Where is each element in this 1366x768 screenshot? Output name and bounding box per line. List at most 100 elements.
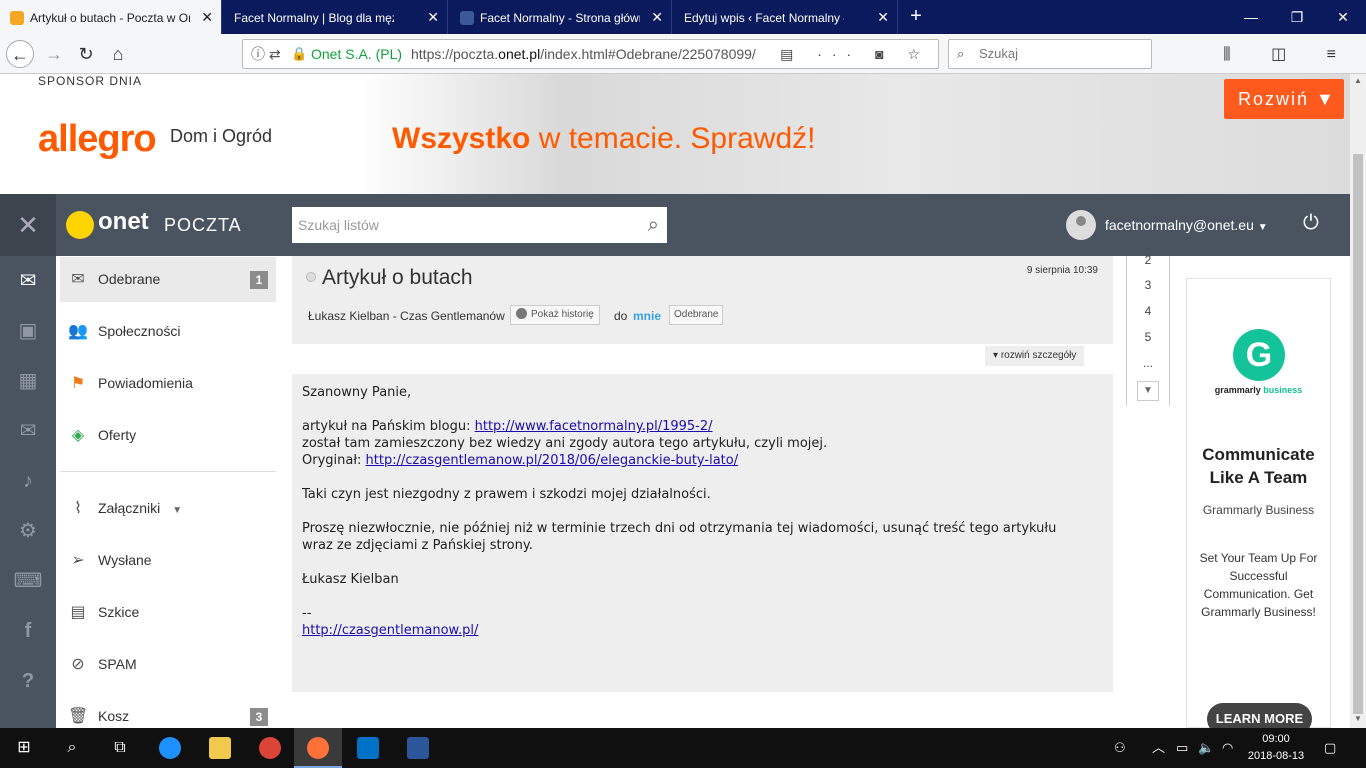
minimize-button[interactable]: — bbox=[1228, 0, 1274, 34]
edge-icon[interactable] bbox=[146, 728, 194, 768]
message-date: 9 sierpnia 10:39 bbox=[1026, 265, 1098, 276]
calendar-icon[interactable]: ▦ bbox=[0, 356, 56, 406]
mail-favicon-icon bbox=[10, 10, 24, 25]
toolbar-icons[interactable]: ⫼ ◫ ≡ bbox=[1223, 44, 1354, 64]
compose-icon[interactable]: ✉ bbox=[0, 406, 56, 456]
close-tab-icon[interactable]: ✕ bbox=[201, 0, 213, 34]
folder-odebrane[interactable]: ✉ Odebrane 1 bbox=[60, 257, 276, 302]
folder-szkice[interactable]: ▤ Szkice bbox=[60, 590, 276, 635]
trash-count-badge: 3 bbox=[250, 708, 268, 726]
blog-link[interactable]: http://www.facetnormalny.pl/1995-2/ bbox=[475, 419, 713, 434]
close-tab-icon[interactable]: ✕ bbox=[427, 0, 439, 34]
scroll-down-icon[interactable]: ▼ bbox=[1350, 714, 1366, 723]
tab-poczta[interactable]: Artykuł o butach - Poczta w Onet ✕ bbox=[0, 0, 222, 34]
folder-oferty[interactable]: ◈ Oferty bbox=[60, 413, 276, 458]
contacts-icon[interactable]: ▣ bbox=[0, 306, 56, 356]
firefox-icon[interactable] bbox=[294, 728, 342, 768]
banner-category: Dom i Ogród bbox=[170, 126, 273, 146]
ad-subline: Grammarly Business bbox=[1202, 503, 1315, 517]
page-actions-icon[interactable]: ▤ ··· ◙ ☆ bbox=[780, 40, 930, 68]
product-name: POCZTA bbox=[164, 215, 242, 235]
signature-block: -- http://czasgentlemanow.pl/ bbox=[302, 606, 479, 638]
network-icon[interactable]: ◠ bbox=[1222, 728, 1233, 768]
back-button[interactable]: ← bbox=[6, 40, 34, 68]
chrome-icon[interactable] bbox=[246, 728, 294, 768]
folder-spolecznosci[interactable]: 👥 Społeczności bbox=[60, 309, 276, 354]
action-center-icon[interactable]: ▢ bbox=[1324, 728, 1336, 768]
tab-facet-blog[interactable]: Facet Normalny | Blog dla mężczyzn✕ bbox=[224, 0, 448, 34]
page-link[interactable]: 5 bbox=[1127, 330, 1169, 344]
home-button[interactable]: ⌂ bbox=[104, 40, 132, 68]
task-view-icon[interactable]: ⧉ bbox=[96, 728, 144, 768]
page-link[interactable]: 4 bbox=[1127, 304, 1169, 318]
forward-button[interactable]: → bbox=[40, 40, 68, 68]
expand-banner-button[interactable]: Rozwiń ▼ bbox=[1224, 79, 1344, 119]
restore-button[interactable]: ❐ bbox=[1274, 0, 1320, 34]
signature-link[interactable]: http://czasgentlemanow.pl/ bbox=[302, 623, 478, 638]
read-status-icon[interactable] bbox=[306, 272, 316, 282]
message-subject: Artykuł o butach bbox=[322, 266, 473, 289]
onet-logo[interactable]: onet bbox=[98, 208, 149, 236]
close-menu-icon[interactable]: ✕ bbox=[0, 194, 56, 256]
sponsor-banner[interactable]: SPONSOR DNIA allegro Dom i Ogród Wszystk… bbox=[0, 74, 1350, 194]
browser-tab-bar: Artykuł o butach - Poczta w Onet ✕ Facet … bbox=[0, 0, 1366, 34]
address-bar[interactable]: ⓘ ⇄ 🔒 Onet S.A. (PL) https://poczta.onet… bbox=[242, 39, 939, 69]
page-link[interactable]: 3 bbox=[1127, 278, 1169, 292]
help-icon[interactable]: ? bbox=[0, 656, 56, 706]
grammarly-ad[interactable]: G grammarly business Communicate Like A T… bbox=[1186, 278, 1331, 735]
tray-chevron-up-icon[interactable]: ︿ bbox=[1152, 728, 1165, 768]
search-icon[interactable]: ⌕ bbox=[648, 207, 659, 243]
close-tab-icon[interactable]: ✕ bbox=[877, 0, 889, 34]
site-identity: Onet S.A. (PL) bbox=[311, 46, 403, 62]
mail-search-input[interactable]: Szukaj listów ⌕ bbox=[292, 207, 667, 243]
show-history-button[interactable]: Pokaż historię bbox=[510, 305, 600, 325]
send-icon: ➢ bbox=[71, 552, 85, 569]
user-menu[interactable]: facetnormalny@onet.eu ▼ bbox=[1105, 217, 1268, 233]
notifications-icon[interactable]: ♪ bbox=[0, 456, 56, 506]
avatar[interactable] bbox=[1066, 210, 1096, 240]
logout-icon[interactable]: ⏻ bbox=[1303, 212, 1319, 235]
expand-details-button[interactable]: ▾ rozwiń szczegóły bbox=[985, 346, 1085, 366]
page-scrollbar[interactable]: ▲ ▼ bbox=[1350, 74, 1366, 728]
scrollbar-thumb[interactable] bbox=[1353, 154, 1363, 714]
word-icon[interactable] bbox=[394, 728, 442, 768]
folder-powiadomienia[interactable]: ⚑ Powiadomienia bbox=[60, 361, 276, 406]
folder-spam[interactable]: ⊘ SPAM bbox=[60, 642, 276, 687]
message-sender[interactable]: Łukasz Kielban - Czas Gentlemanów bbox=[308, 309, 505, 323]
chevron-down-icon: ▼ bbox=[1257, 222, 1268, 233]
battery-icon[interactable]: ▭ bbox=[1176, 728, 1188, 768]
folder-badge[interactable]: Odebrane bbox=[669, 305, 724, 325]
mail-icon[interactable]: ✉ bbox=[0, 256, 56, 306]
new-tab-button[interactable]: + bbox=[902, 0, 930, 34]
outlook-icon[interactable] bbox=[344, 728, 392, 768]
original-article-link[interactable]: http://czasgentlemanow.pl/2018/06/elegan… bbox=[366, 453, 739, 468]
settings-gear-icon[interactable]: ⚙ bbox=[0, 506, 56, 556]
recipient-prefix: do bbox=[614, 309, 628, 323]
facebook-icon[interactable]: f bbox=[0, 606, 56, 656]
page-link[interactable]: 2 bbox=[1127, 253, 1169, 267]
folder-zalaczniki[interactable]: ⌇ Załączniki ▼ bbox=[60, 486, 276, 531]
windows-start-icon[interactable]: ⊞ bbox=[0, 728, 48, 768]
people-icon: 👥 bbox=[68, 323, 88, 340]
keyboard-icon[interactable]: ⌨ bbox=[0, 556, 56, 606]
chevron-down-icon[interactable]: ▼ bbox=[1137, 381, 1159, 401]
folder-wyslane[interactable]: ➢ Wysłane bbox=[60, 538, 276, 583]
tab-wordpress[interactable]: Edytuj wpis ‹ Facet Normalny — WordPress… bbox=[674, 0, 898, 34]
ad-description: Set Your Team Up For Successful Communic… bbox=[1199, 551, 1318, 619]
chevron-down-icon[interactable]: ▼ bbox=[172, 505, 182, 516]
tab-facebook[interactable]: Facet Normalny - Strona główna ✕ bbox=[450, 0, 672, 34]
close-window-button[interactable]: ✕ bbox=[1320, 0, 1366, 34]
site-info-icon[interactable]: ⓘ ⇄ bbox=[251, 40, 281, 68]
scroll-up-icon[interactable]: ▲ bbox=[1350, 76, 1366, 85]
file-explorer-icon[interactable] bbox=[196, 728, 244, 768]
recipient[interactable]: mnie bbox=[633, 309, 661, 323]
volume-icon[interactable]: 🔈 bbox=[1198, 728, 1214, 768]
paperclip-icon: ⌇ bbox=[74, 500, 82, 517]
search-icon[interactable]: ⌕ bbox=[48, 728, 96, 768]
taskbar-clock[interactable]: 09:00 2018-08-13 bbox=[1246, 731, 1306, 765]
reload-button[interactable]: ↻ bbox=[72, 40, 100, 68]
people-tray-icon[interactable]: ⚇ bbox=[1114, 728, 1126, 768]
browser-search-input[interactable]: ⌕ Szukaj bbox=[948, 39, 1152, 69]
message-pager: 2 3 4 5 ... ▼ bbox=[1126, 253, 1170, 406]
close-tab-icon[interactable]: ✕ bbox=[651, 0, 663, 34]
